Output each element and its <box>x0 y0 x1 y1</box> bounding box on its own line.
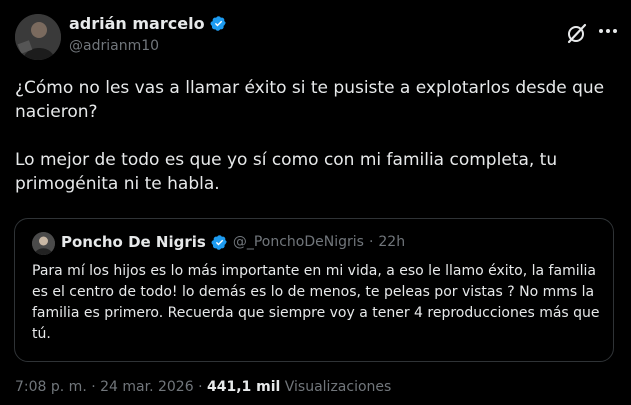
author-handle[interactable]: @adrianm10 <box>69 38 159 54</box>
meta-separator: · <box>91 379 96 395</box>
quote-time[interactable]: 22h <box>378 234 405 250</box>
verified-badge-icon <box>210 15 227 32</box>
quoted-tweet[interactable]: Poncho De Nigris @_PonchoDeNigris · 22h … <box>14 218 614 362</box>
tweet-time[interactable]: 7:08 p. m. <box>15 379 87 395</box>
views-count: 441,1 mil <box>206 379 281 395</box>
quote-separator: · <box>368 234 374 250</box>
author-name[interactable]: adrián marcelo <box>69 14 205 33</box>
tweet-paragraph: Lo mejor de todo es que yo sí como con m… <box>15 150 558 194</box>
tweet-paragraph: ¿Cómo no les vas a llamar éxito si te pu… <box>15 78 605 122</box>
verified-badge-icon <box>211 234 228 251</box>
tweet-text: ¿Cómo no les vas a llamar éxito si te pu… <box>15 76 615 196</box>
meta-separator: · <box>198 379 203 395</box>
views-label: Visualizaciones <box>284 379 392 395</box>
tweet-meta: 7:08 p. m. · 24 mar. 2026 · 441,1 mil Vi… <box>15 379 391 395</box>
author-name-row[interactable]: adrián marcelo <box>69 14 227 33</box>
quote-author-name[interactable]: Poncho De Nigris <box>61 233 206 251</box>
quote-author-avatar[interactable] <box>32 232 55 255</box>
more-icon[interactable] <box>596 22 620 40</box>
grok-icon[interactable] <box>566 22 588 44</box>
tweet-date[interactable]: 24 mar. 2026 <box>100 379 193 395</box>
author-avatar[interactable] <box>15 14 61 60</box>
quote-text: Para mí los hijos es lo más importante e… <box>32 263 600 342</box>
quote-header: Poncho De Nigris @_PonchoDeNigris · 22h <box>61 233 405 251</box>
quote-author-handle[interactable]: @_PonchoDeNigris <box>233 234 364 250</box>
